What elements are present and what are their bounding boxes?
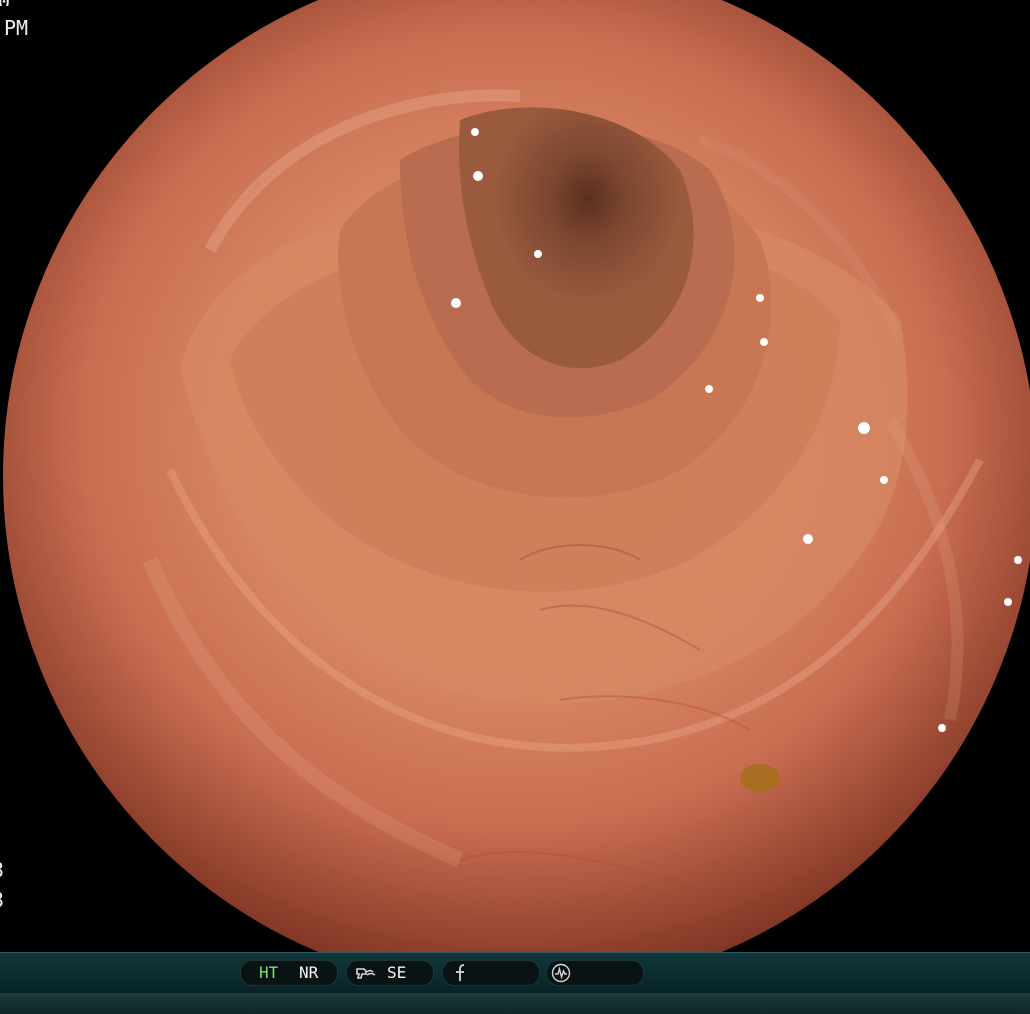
ht-label: HT	[259, 963, 279, 982]
bottom-left-line2: 3	[0, 890, 4, 910]
nr-label: NR	[299, 963, 319, 982]
bottom-left-line1: 3	[0, 860, 4, 880]
se-pill: SE	[346, 960, 434, 986]
ht-nr-pill: HT NR	[240, 960, 338, 986]
spray-icon	[356, 968, 376, 979]
status-lower-strip	[0, 993, 1030, 1014]
status-bar: HT NR SE	[0, 952, 1030, 1014]
wave-pill	[546, 960, 644, 986]
endoscopy-screen: 0 PM 3 3 HT NR SE	[0, 0, 1030, 1014]
bottom-left-overlay: 3 3	[0, 860, 4, 920]
se-label: SE	[387, 963, 407, 982]
f-icon	[456, 964, 465, 981]
endoscopic-view	[0, 0, 1030, 952]
top-left-line2: PM	[4, 16, 29, 40]
top-left-line1: 0	[0, 0, 28, 6]
wave-icon	[551, 963, 571, 983]
top-left-overlay: 0 PM	[0, 0, 28, 38]
f-pill	[442, 960, 540, 986]
